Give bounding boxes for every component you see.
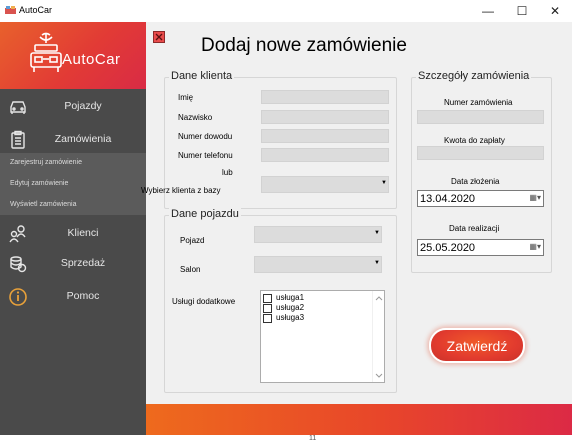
created-date-label: Data złożenia: [451, 177, 500, 186]
first-name-field[interactable]: [261, 90, 389, 104]
realization-date-label: Data realizacji: [449, 224, 500, 233]
scroll-up-icon: [375, 296, 383, 301]
sidebar-item-label: Pojazdy: [64, 100, 102, 112]
chevron-down-icon: ▼: [374, 260, 380, 266]
footer-bar: [146, 404, 572, 435]
brand-name: AutoCar: [62, 51, 121, 68]
service-label: usługa2: [276, 303, 305, 312]
order-number-field[interactable]: [417, 110, 544, 124]
vehicle-label: Pojazd: [180, 236, 205, 245]
first-name-label: Imię: [178, 93, 194, 102]
sidebar-item-pomoc[interactable]: Pomoc: [0, 285, 146, 309]
minimize-button[interactable]: —: [471, 0, 505, 22]
sidebar-item-label: Klienci: [67, 227, 99, 239]
title-bar: AutoCar — ☐ ✕: [0, 0, 572, 22]
submenu-register-order[interactable]: Zarejestruj zamówienie: [10, 159, 82, 166]
page-title: Dodaj nowe zamówienie: [201, 35, 407, 56]
sidebar-item-sprzedaz[interactable]: Sprzedaż: [0, 252, 146, 276]
created-date-picker[interactable]: 13.04.2020 ▦▾: [417, 190, 544, 207]
bottom-strip: [0, 435, 572, 446]
id-number-field[interactable]: [261, 129, 389, 143]
scroll-down-icon: [375, 373, 383, 378]
salon-combobox[interactable]: ▼: [254, 256, 382, 273]
choose-client-label: Wybierz klienta z bazy: [141, 186, 221, 195]
sidebar-item-klienci[interactable]: Klienci: [0, 222, 146, 246]
confirm-button[interactable]: Zatwierdź: [429, 328, 525, 363]
sidebar-item-label: Pomoc: [66, 290, 100, 302]
close-button[interactable]: ✕: [538, 0, 572, 22]
chevron-down-icon: ▼: [374, 230, 380, 236]
services-label: Usługi dodatkowe: [172, 297, 236, 306]
service-label: usługa3: [276, 313, 305, 322]
last-name-label: Nazwisko: [178, 113, 213, 122]
submenu-view-orders[interactable]: Wyświetl zamówienia: [10, 201, 76, 208]
bottom-mark: 11: [309, 435, 317, 442]
calendar-icon[interactable]: ▦▾: [529, 242, 541, 251]
order-number-label: Numer zamówienia: [444, 98, 513, 107]
service-checkbox-3[interactable]: usługa3: [263, 313, 373, 324]
checkbox-icon: [263, 314, 272, 323]
service-label: usługa1: [276, 293, 305, 302]
sidebar-item-pojazdy[interactable]: Pojazdy: [0, 95, 146, 119]
car-logo-icon: [30, 32, 62, 72]
amount-label: Kwota do zapłaty: [444, 136, 505, 145]
window-title: AutoCar: [19, 5, 53, 15]
vehicle-combobox[interactable]: ▼: [254, 226, 382, 243]
vehicle-group-legend: Dane pojazdu: [169, 208, 241, 220]
app-icon: [5, 6, 16, 14]
or-label: lub: [222, 168, 233, 177]
last-name-field[interactable]: [261, 110, 389, 124]
checkbox-icon: [263, 304, 272, 313]
orders-submenu: Zarejestruj zamówienie Edytuj zamówienie…: [0, 153, 146, 215]
choose-client-combobox[interactable]: ▼: [261, 176, 389, 193]
phone-label: Numer telefonu: [178, 151, 233, 160]
services-scrollbar[interactable]: [372, 291, 384, 382]
calendar-icon[interactable]: ▦▾: [529, 193, 541, 202]
close-form-icon[interactable]: [153, 31, 165, 43]
submenu-edit-order[interactable]: Edytuj zamówienie: [10, 180, 68, 187]
order-details-legend: Szczegóły zamówienia: [416, 70, 532, 82]
sidebar-item-zamowienia[interactable]: Zamówienia: [0, 128, 146, 152]
maximize-button[interactable]: ☐: [505, 0, 539, 22]
created-date-value: 13.04.2020: [420, 193, 476, 205]
services-checklist[interactable]: usługa1 usługa2 usługa3: [260, 290, 385, 383]
id-number-label: Numer dowodu: [178, 132, 233, 141]
realization-date-value: 25.05.2020: [420, 242, 476, 254]
realization-date-picker[interactable]: 25.05.2020 ▦▾: [417, 239, 544, 256]
checkbox-icon: [263, 294, 272, 303]
phone-field[interactable]: [261, 148, 389, 162]
salon-label: Salon: [180, 265, 201, 274]
chevron-down-icon: ▼: [381, 180, 387, 186]
sidebar: AutoCar Pojazdy Zamówienia Zarejestruj z…: [0, 22, 146, 435]
brand-header: AutoCar: [0, 22, 146, 89]
sidebar-item-label: Sprzedaż: [60, 257, 106, 269]
client-group-legend: Dane klienta: [169, 70, 235, 82]
amount-field[interactable]: [417, 146, 544, 160]
main-panel: Dodaj nowe zamówienie Dane klienta Imię …: [141, 22, 572, 404]
sidebar-item-label: Zamówienia: [54, 133, 112, 145]
